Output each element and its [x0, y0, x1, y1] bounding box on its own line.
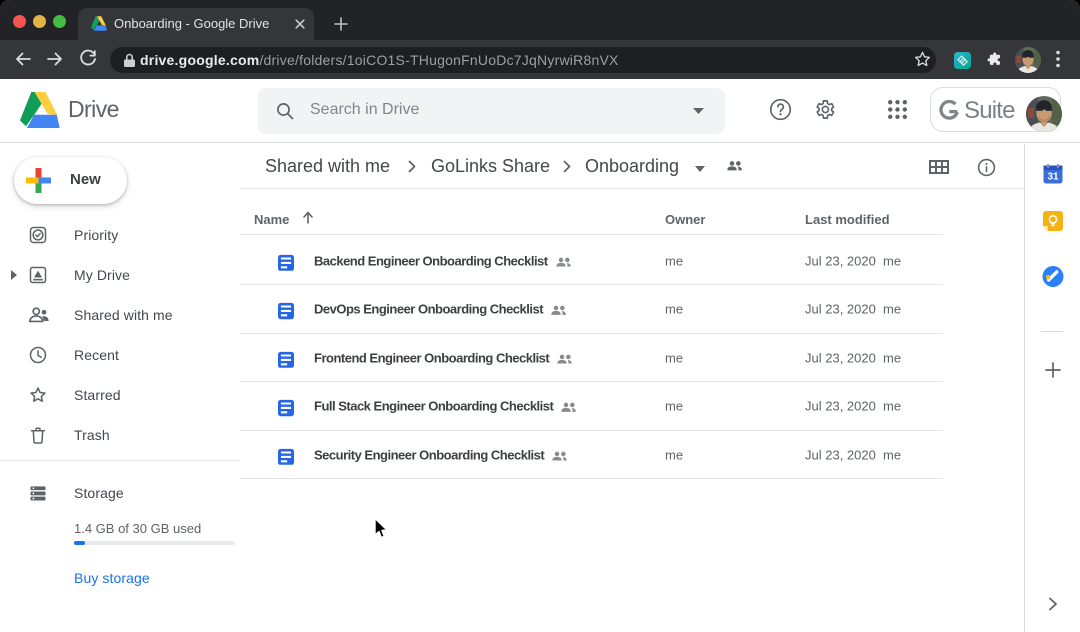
svg-text:31: 31 — [1047, 172, 1059, 183]
